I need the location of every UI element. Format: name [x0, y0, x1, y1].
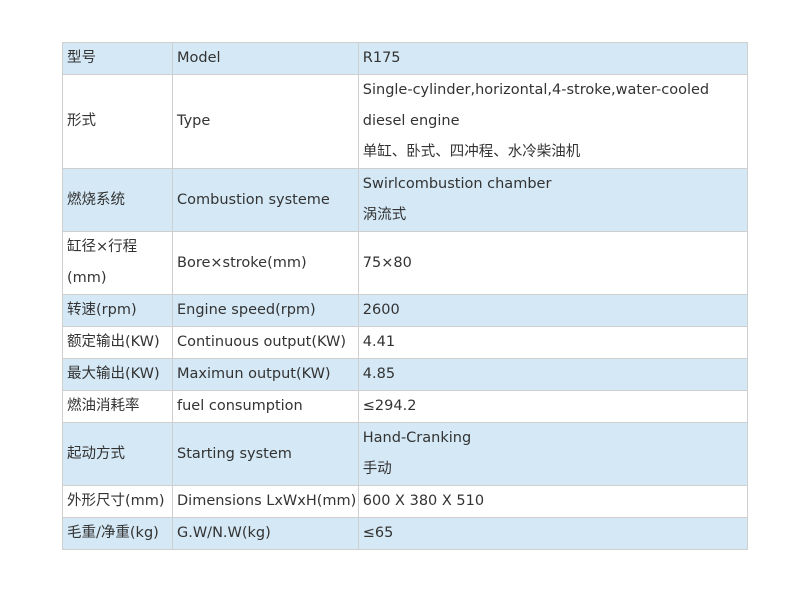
row-value: 4.41	[357, 326, 749, 359]
row-value: Swirlcombustion chamber 涡流式	[357, 168, 749, 232]
table-row: 燃油消耗率 fuel consumption ≤294.2	[62, 390, 749, 423]
row-label-en: Type	[172, 74, 359, 169]
row-value: 2600	[357, 294, 749, 327]
row-label-en: Combustion systeme	[172, 168, 359, 232]
table-row: 外形尺寸(mm) Dimensions LxWxH(mm) 600 X 380 …	[62, 485, 749, 518]
table-row: 燃烧系统 Combustion systeme Swirlcombustion …	[62, 168, 749, 232]
engine-spec-table: 型号 Model R175 形式 Type Single-cylinder,ho…	[62, 42, 749, 550]
table-row: 缸径×行程 (mm) Bore×stroke(mm) 75×80	[62, 231, 749, 295]
row-label-en: Bore×stroke(mm)	[172, 231, 359, 295]
table-row: 形式 Type Single-cylinder,horizontal,4-str…	[62, 74, 749, 169]
row-label-zh: 最大输出(KW)	[62, 358, 173, 391]
row-label-zh: 型号	[62, 42, 173, 75]
row-value: ≤294.2	[357, 390, 749, 423]
table-row: 转速(rpm) Engine speed(rpm) 2600	[62, 294, 749, 327]
row-value: R175	[357, 42, 749, 75]
row-label-en: fuel consumption	[172, 390, 359, 423]
table-row: 额定输出(KW) Continuous output(KW) 4.41	[62, 326, 749, 359]
row-label-en: Dimensions LxWxH(mm)	[172, 485, 359, 518]
row-value: 4.85	[357, 358, 749, 391]
row-label-zh: 形式	[62, 74, 173, 169]
row-label-en: Maximun output(KW)	[172, 358, 359, 391]
row-label-en: Continuous output(KW)	[172, 326, 359, 359]
row-label-zh: 毛重/净重(kg)	[62, 517, 173, 550]
row-value: Single-cylinder,horizontal,4-stroke,wate…	[357, 74, 749, 169]
table-row: 型号 Model R175	[62, 42, 749, 75]
row-value: Hand-Cranking 手动	[357, 422, 749, 486]
row-value: 75×80	[357, 231, 749, 295]
row-label-zh: 外形尺寸(mm)	[62, 485, 173, 518]
row-label-zh: 燃烧系统	[62, 168, 173, 232]
row-label-en: Engine speed(rpm)	[172, 294, 359, 327]
row-label-zh: 燃油消耗率	[62, 390, 173, 423]
table-row: 最大输出(KW) Maximun output(KW) 4.85	[62, 358, 749, 391]
row-value: 600 X 380 X 510	[357, 485, 749, 518]
row-label-en: Starting system	[172, 422, 359, 486]
row-label-zh: 转速(rpm)	[62, 294, 173, 327]
row-label-zh: 缸径×行程 (mm)	[62, 231, 173, 295]
row-label-zh: 额定输出(KW)	[62, 326, 173, 359]
row-value: ≤65	[357, 517, 749, 550]
row-label-zh: 起动方式	[62, 422, 173, 486]
row-label-en: Model	[172, 42, 359, 75]
table-row: 毛重/净重(kg) G.W/N.W(kg) ≤65	[62, 517, 749, 550]
table-row: 起动方式 Starting system Hand-Cranking 手动	[62, 422, 749, 486]
row-label-en: G.W/N.W(kg)	[172, 517, 359, 550]
